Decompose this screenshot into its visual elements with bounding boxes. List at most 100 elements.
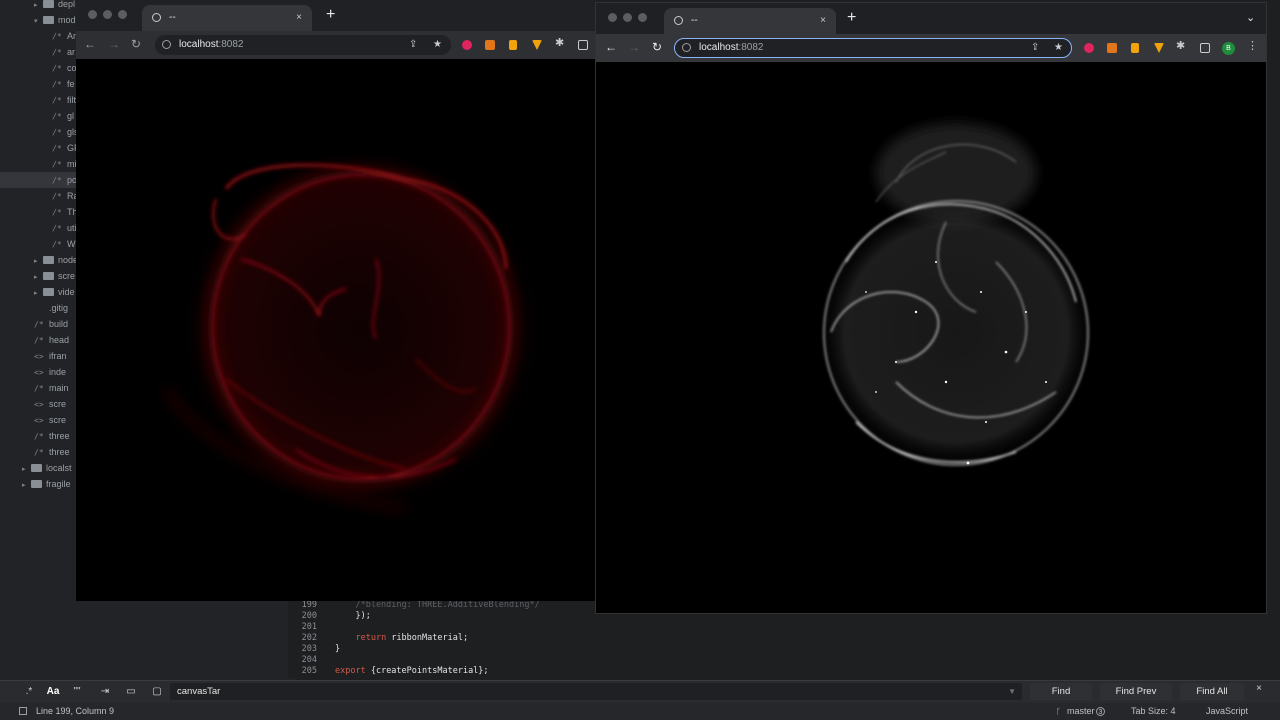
bookmark-extension-icon[interactable] — [1131, 43, 1139, 53]
extensions-icon[interactable]: ✱ — [555, 36, 564, 49]
code-line[interactable]: 202 return ribbonMaterial; — [288, 633, 468, 644]
line-number: 205 — [301, 666, 317, 676]
close-find-icon[interactable]: × — [1256, 683, 1262, 694]
vpn-extension-icon[interactable] — [532, 40, 542, 50]
new-tab-button[interactable]: + — [326, 6, 335, 24]
code-line[interactable]: 203} — [288, 644, 340, 655]
file-type-icon: /* — [34, 384, 44, 393]
code-line[interactable]: 199 /*blending: THREE.AdditiveBlending*/ — [288, 600, 540, 611]
back-button[interactable]: ← — [605, 40, 617, 54]
line-number: 201 — [301, 622, 317, 632]
side-panel-icon[interactable] — [1200, 43, 1210, 53]
site-info-icon[interactable] — [162, 40, 171, 49]
wrap-toggle[interactable]: ⇥ — [96, 685, 114, 699]
git-branch[interactable]: master — [1067, 703, 1095, 720]
find-input[interactable]: canvasTar ▼ — [170, 683, 1022, 700]
file-tree-label: three — [49, 431, 70, 441]
find-all-button[interactable]: Find All — [1180, 683, 1244, 700]
forward-button[interactable]: → — [628, 40, 640, 54]
tab-size[interactable]: Tab Size: 4 — [1131, 703, 1176, 720]
reload-button[interactable]: ↻ — [131, 37, 141, 51]
file-type-icon: /* — [52, 112, 62, 121]
tab-strip: -- × + ⌄ — [596, 3, 1266, 36]
panel-toggle-icon[interactable] — [19, 707, 27, 715]
back-button[interactable]: ← — [84, 37, 96, 51]
side-panel-icon[interactable] — [578, 40, 588, 50]
window-controls[interactable] — [608, 13, 653, 25]
file-tree-label: .gitig — [49, 303, 69, 313]
bookmark-star-icon[interactable]: ★ — [433, 35, 442, 55]
pinterest-extension-icon[interactable] — [1084, 43, 1094, 53]
file-type-icon: <> — [34, 352, 44, 361]
whole-word-toggle[interactable]: "" — [68, 685, 86, 699]
more-menu-icon[interactable]: ⋮ — [1247, 39, 1258, 52]
metamask-extension-icon[interactable] — [1107, 43, 1117, 53]
code-text: } — [335, 644, 341, 654]
tab-search-chevron-icon[interactable]: ⌄ — [1246, 11, 1255, 24]
code-line[interactable]: 205 export {createPointsMaterial}; — [288, 666, 489, 677]
file-tree-label: main — [49, 383, 69, 393]
file-tree-label: gl — [67, 111, 75, 121]
folder-icon — [43, 16, 54, 24]
tab-strip: -- × + — [76, 0, 596, 33]
code-keyword: export — [335, 666, 366, 676]
reload-button[interactable]: ↻ — [652, 40, 662, 54]
file-tree-label: localst — [46, 463, 72, 473]
code-text: {createPointsMaterial}; — [365, 666, 489, 676]
url-text: localhost:8082 — [699, 42, 764, 53]
file-tree-label: ifran — [49, 351, 67, 361]
line-number: 203 — [301, 644, 317, 654]
bookmark-star-icon[interactable]: ★ — [1054, 39, 1063, 56]
forward-button[interactable]: → — [108, 37, 120, 51]
history-dropdown-icon[interactable]: ▼ — [1008, 683, 1016, 700]
file-tree-label: W — [67, 239, 76, 249]
profile-avatar[interactable]: B — [1222, 42, 1235, 55]
find-button[interactable]: Find — [1030, 683, 1092, 700]
metamask-extension-icon[interactable] — [485, 40, 495, 50]
code-line[interactable]: 201 — [288, 622, 335, 633]
address-bar[interactable]: localhost:8082 ⇪ ★ — [155, 35, 451, 55]
file-type-icon: /* — [52, 208, 62, 217]
regex-toggle[interactable]: .* — [20, 685, 38, 699]
code-line[interactable]: 200 }); — [288, 611, 371, 622]
webgl-canvas[interactable] — [596, 62, 1266, 613]
in-selection-toggle[interactable]: ▭ — [122, 685, 140, 699]
highlight-matches-toggle[interactable]: ▢ — [148, 685, 166, 699]
find-bar: .* Aa "" ⇥ ▭ ▢ canvasTar ▼ Find Find Pre… — [0, 680, 1280, 703]
file-type-icon: /* — [34, 432, 44, 441]
site-info-icon[interactable] — [682, 43, 691, 52]
browser-tab[interactable]: -- × — [142, 5, 312, 33]
webgl-canvas[interactable] — [76, 59, 596, 601]
code-line[interactable]: 204 — [288, 655, 335, 666]
folder-icon — [43, 288, 54, 296]
bookmark-extension-icon[interactable] — [509, 40, 517, 50]
sphere-glow — [816, 197, 1096, 469]
file-tree-label: scre — [49, 415, 67, 425]
window-controls[interactable] — [88, 10, 133, 22]
case-sensitive-toggle[interactable]: Aa — [44, 685, 62, 699]
cursor-position[interactable]: Line 199, Column 9 — [36, 703, 114, 720]
browser-tab[interactable]: -- × — [664, 8, 836, 36]
file-tree-label: mod — [58, 15, 76, 25]
file-tree-label: fragile — [46, 479, 71, 489]
file-type-icon: /* — [34, 448, 44, 457]
find-prev-button[interactable]: Find Prev — [1100, 683, 1172, 700]
vpn-extension-icon[interactable] — [1154, 43, 1164, 53]
code-keyword: return — [355, 633, 387, 643]
chevron-right-icon[interactable]: ▸ — [22, 478, 31, 494]
file-type-icon: /* — [52, 224, 62, 233]
file-tree-label: Ar — [67, 31, 76, 41]
share-icon[interactable]: ⇪ — [1031, 39, 1039, 56]
new-tab-button[interactable]: + — [847, 9, 856, 27]
share-icon[interactable]: ⇪ — [409, 35, 417, 55]
status-bar: Line 199, Column 9 ᚴ master 3 Tab Size: … — [0, 703, 1280, 720]
tab-title: -- — [691, 15, 698, 26]
extensions-icon[interactable]: ✱ — [1176, 39, 1185, 52]
syntax-language[interactable]: JavaScript — [1206, 703, 1248, 720]
file-tree-label: fe — [67, 79, 75, 89]
line-number: 199 — [301, 600, 317, 610]
address-bar[interactable]: localhost:8082 ⇪ ★ — [674, 38, 1072, 58]
close-tab-icon[interactable]: × — [296, 5, 302, 31]
close-tab-icon[interactable]: × — [820, 8, 826, 34]
pinterest-extension-icon[interactable] — [462, 40, 472, 50]
